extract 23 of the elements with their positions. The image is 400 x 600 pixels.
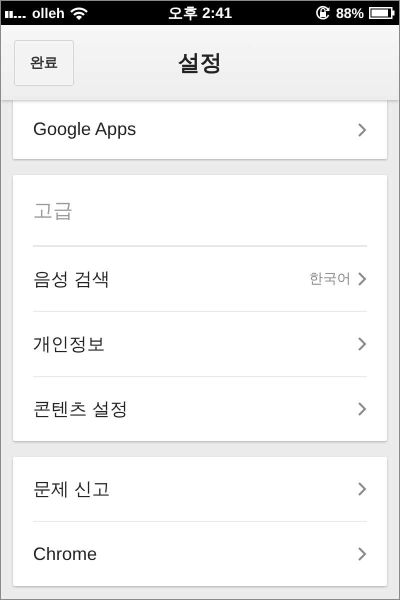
done-button[interactable]: 완료 bbox=[14, 40, 74, 86]
setting-item[interactable]: 문제 신고 bbox=[33, 477, 357, 501]
signal-icon bbox=[5, 8, 27, 18]
chevron-icon bbox=[357, 546, 367, 562]
setting-item[interactable]: 개인정보 bbox=[33, 332, 357, 356]
battery-percent: 88% bbox=[336, 5, 364, 21]
chevron-icon bbox=[357, 271, 367, 287]
page-title: 설정 bbox=[178, 48, 222, 76]
chevron-icon bbox=[357, 401, 367, 417]
chevron-icon bbox=[357, 481, 367, 497]
setting-value: 한국어 bbox=[309, 270, 351, 288]
rotation-lock-icon bbox=[314, 5, 331, 21]
chevron-icon bbox=[357, 122, 367, 138]
setting-item[interactable]: Google Apps bbox=[33, 119, 357, 140]
setting-item[interactable]: Chrome bbox=[33, 544, 357, 564]
wifi-icon bbox=[70, 6, 88, 20]
carrier-name: olleh bbox=[32, 5, 65, 21]
chevron-icon bbox=[357, 336, 367, 352]
section-header: 고급 bbox=[33, 175, 367, 246]
setting-item[interactable]: 콘텐츠 설정 bbox=[33, 397, 357, 421]
status-time: 오후 2:41 bbox=[168, 4, 232, 22]
setting-item[interactable]: 음성 검색 bbox=[33, 267, 309, 291]
battery-icon bbox=[369, 7, 396, 19]
